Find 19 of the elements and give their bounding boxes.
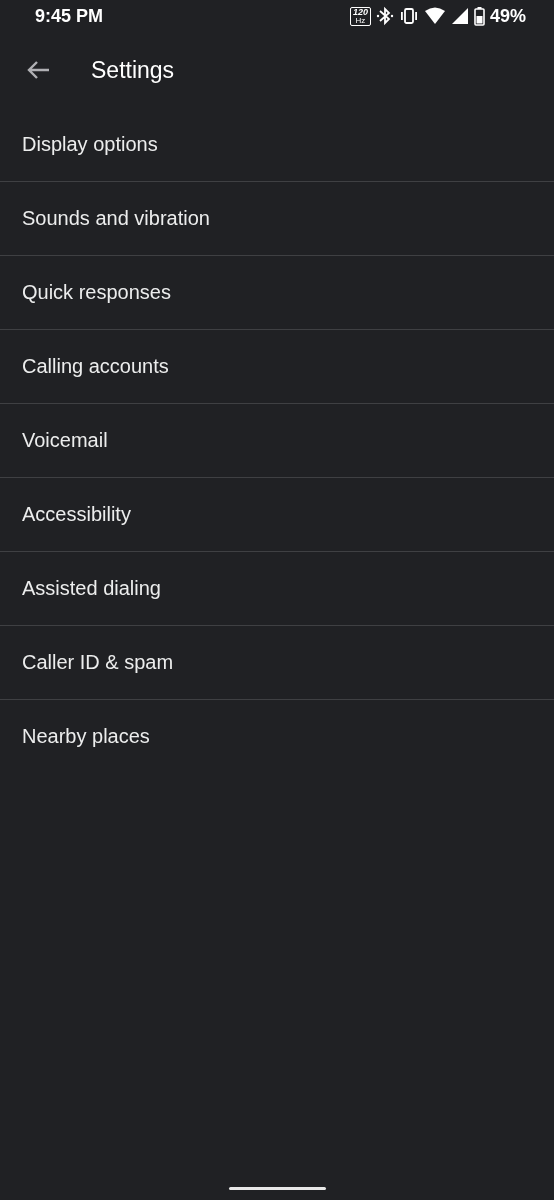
settings-item[interactable]: Quick responses <box>0 256 554 330</box>
wifi-icon <box>423 7 446 25</box>
refresh-rate-badge: 120 Hz <box>349 6 371 26</box>
settings-item[interactable]: Caller ID & spam <box>0 626 554 700</box>
signal-icon <box>450 7 469 25</box>
vibrate-icon <box>398 7 419 25</box>
page-title: Settings <box>91 56 175 84</box>
bluetooth-icon <box>375 6 394 26</box>
status-time: 9:45 PM <box>35 5 104 27</box>
settings-item[interactable]: Voicemail <box>0 404 554 478</box>
settings-item[interactable]: Assisted dialing <box>0 552 554 626</box>
battery-level: 49% <box>489 5 526 27</box>
settings-item[interactable]: Display options <box>0 108 554 182</box>
back-arrow-icon <box>26 60 50 80</box>
settings-item[interactable]: Calling accounts <box>0 330 554 404</box>
settings-item[interactable]: Sounds and vibration <box>0 182 554 256</box>
settings-item[interactable]: Nearby places <box>0 700 554 773</box>
settings-item[interactable]: Accessibility <box>0 478 554 552</box>
battery-icon <box>473 6 485 26</box>
